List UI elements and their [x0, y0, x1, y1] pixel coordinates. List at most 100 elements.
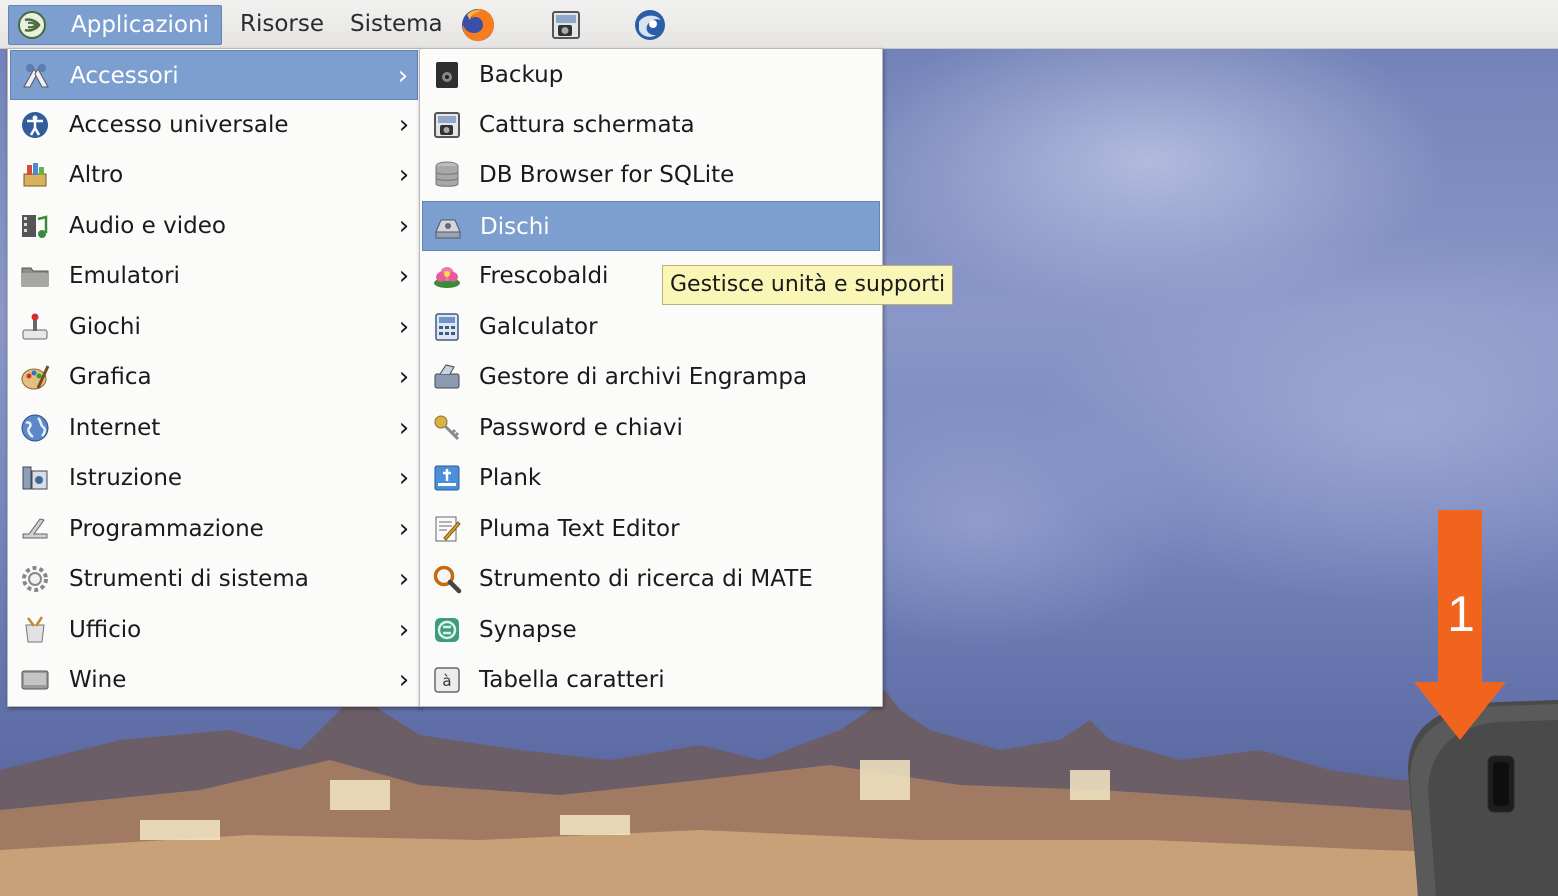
chevron-right-icon: ›: [398, 463, 410, 493]
menu-label: Audio e video: [69, 213, 226, 239]
chevron-right-icon: ›: [398, 564, 410, 594]
top-panel: Applicazioni Risorse Sistema: [0, 0, 1558, 49]
menu-label: Pluma Text Editor: [479, 516, 680, 542]
disks-icon: [435, 219, 461, 239]
chevron-right-icon: ›: [398, 362, 410, 392]
menu-label: Synapse: [479, 617, 577, 643]
applications-menu: Accessori › Accesso universale › Altro ›…: [7, 48, 421, 707]
chevron-right-icon: ›: [398, 413, 410, 443]
applications-label: Applicazioni: [71, 12, 209, 38]
multimedia-icon: [22, 215, 48, 238]
menu-item-wine[interactable]: Wine ›: [10, 655, 418, 705]
education-icon: [22, 466, 48, 490]
menu-label: Grafica: [69, 364, 152, 390]
menu-item-grafica[interactable]: Grafica ›: [10, 352, 418, 402]
menu-item-db-browser[interactable]: DB Browser for SQLite: [422, 150, 880, 200]
menu-item-password-e-chiavi[interactable]: Password e chiavi: [422, 403, 880, 453]
chevron-right-icon: ›: [398, 514, 410, 544]
menu-item-pluma[interactable]: Pluma Text Editor: [422, 504, 880, 554]
text-editor-icon: [435, 516, 461, 542]
menu-item-cattura-schermata[interactable]: Cattura schermata: [422, 100, 880, 150]
system-menu-button[interactable]: Sistema: [344, 5, 449, 43]
chevron-right-icon: ›: [397, 61, 409, 91]
menu-item-accessori[interactable]: Accessori ›: [10, 50, 418, 100]
menu-label: Ufficio: [69, 617, 142, 643]
menu-label: Dischi: [480, 214, 550, 240]
menu-item-strumenti-di-sistema[interactable]: Strumenti di sistema ›: [10, 554, 418, 604]
menu-item-tabella-caratteri[interactable]: à Tabella caratteri: [422, 655, 880, 705]
screenshot-icon[interactable]: [547, 6, 585, 44]
menu-label: Backup: [479, 62, 564, 88]
menu-label: Strumento di ricerca di MATE: [479, 566, 813, 592]
menu-label: Altro: [69, 162, 124, 188]
screenshot-icon: [434, 112, 460, 138]
internet-icon: [21, 414, 49, 442]
chevron-right-icon: ›: [398, 312, 410, 342]
wine-icon: [21, 670, 49, 690]
menu-item-altro[interactable]: Altro ›: [10, 150, 418, 200]
accessories-submenu: Backup Cattura schermata DB Browser for …: [419, 48, 883, 707]
database-icon: [435, 161, 459, 187]
chevron-right-icon: ›: [398, 665, 410, 695]
office-icon: [25, 616, 45, 643]
menu-label: Frescobaldi: [479, 263, 609, 289]
menu-item-ufficio[interactable]: Ufficio ›: [10, 605, 418, 655]
plank-icon: [434, 465, 460, 491]
thunderbird-icon[interactable]: [631, 6, 669, 44]
menu-label: DB Browser for SQLite: [479, 162, 735, 188]
menu-item-galculator[interactable]: Galculator: [422, 302, 880, 352]
menu-item-giochi[interactable]: Giochi ›: [10, 302, 418, 352]
svg-text:à: à: [442, 672, 451, 690]
menu-item-backup[interactable]: Backup: [422, 50, 880, 100]
dischi-tooltip: Gestisce unità e supporti: [662, 265, 954, 305]
keys-icon: [434, 415, 460, 441]
applications-menu-button[interactable]: Applicazioni: [8, 5, 222, 45]
menu-label: Istruzione: [69, 465, 183, 491]
menu-label: Strumenti di sistema: [69, 566, 309, 592]
menu-item-audio-e-video[interactable]: Audio e video ›: [10, 201, 418, 251]
menu-label: Giochi: [69, 314, 141, 340]
calculator-icon: [435, 313, 459, 341]
menu-item-strumento-ricerca[interactable]: Strumento di ricerca di MATE: [422, 554, 880, 604]
menu-item-engrampa[interactable]: Gestore di archivi Engrampa: [422, 352, 880, 402]
chevron-right-icon: ›: [398, 261, 410, 291]
accessories-icon: [23, 64, 49, 88]
menu-label: Programmazione: [69, 516, 264, 542]
menu-label: Password e chiavi: [479, 415, 683, 441]
menu-label: Galculator: [479, 314, 598, 340]
menu-label: Accesso universale: [69, 112, 289, 138]
system-tools-icon: [22, 566, 48, 592]
menu-item-accesso-universale[interactable]: Accesso universale ›: [10, 100, 418, 150]
chevron-right-icon: ›: [398, 160, 410, 190]
menu-item-istruzione[interactable]: Istruzione ›: [10, 453, 418, 503]
menu-item-emulatori[interactable]: Emulatori ›: [10, 251, 418, 301]
menu-label: Emulatori: [69, 263, 180, 289]
accessibility-icon: [22, 112, 48, 138]
menu-item-synapse[interactable]: Synapse: [422, 605, 880, 655]
chevron-right-icon: ›: [398, 615, 410, 645]
folder-icon: [21, 267, 49, 287]
menu-label: Accessori: [70, 63, 179, 89]
menu-label: Gestore di archivi Engrampa: [479, 364, 808, 390]
character-map-icon: à: [434, 667, 460, 693]
places-menu-button[interactable]: Risorse: [234, 5, 330, 43]
programming-icon: [22, 518, 48, 539]
games-icon: [22, 313, 48, 340]
city-skyline-wallpaper: [0, 690, 1558, 896]
firefox-icon[interactable]: [459, 6, 497, 44]
menu-label: Plank: [479, 465, 542, 491]
synapse-icon: [435, 618, 459, 642]
menu-label: Wine: [69, 667, 127, 693]
menu-item-dischi[interactable]: Dischi: [422, 201, 880, 251]
menu-item-internet[interactable]: Internet ›: [10, 403, 418, 453]
backup-icon: [436, 62, 458, 88]
step-number-label: 1: [1447, 586, 1475, 642]
menu-item-programmazione[interactable]: Programmazione ›: [10, 504, 418, 554]
menu-label: Cattura schermata: [479, 112, 695, 138]
chevron-right-icon: ›: [398, 211, 410, 241]
menu-label: Tabella caratteri: [479, 667, 665, 693]
menu-item-plank[interactable]: Plank: [422, 453, 880, 503]
archive-icon: [434, 364, 460, 389]
graphics-icon: [21, 365, 50, 390]
menu-label: Internet: [69, 415, 161, 441]
